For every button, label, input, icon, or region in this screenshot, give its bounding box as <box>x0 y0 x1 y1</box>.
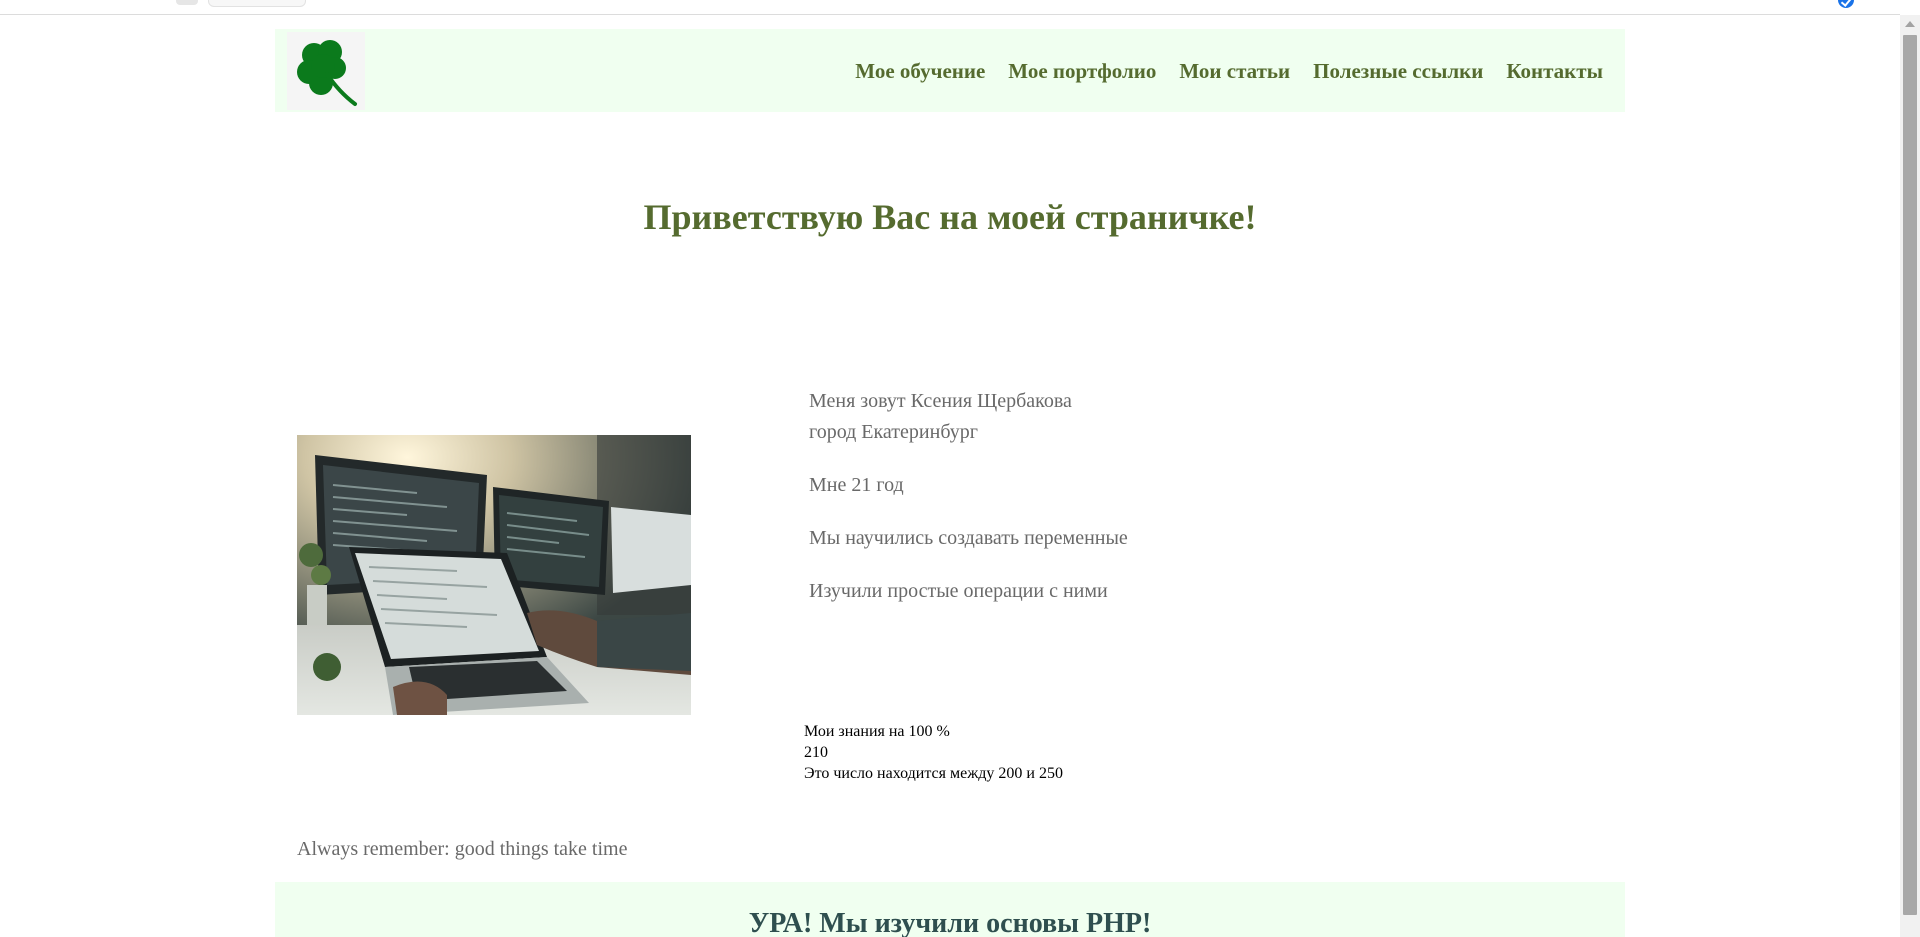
vertical-scrollbar[interactable] <box>1900 15 1920 937</box>
age-line: Мне 21 год <box>809 474 904 496</box>
laptop-coding-photo <box>297 435 691 715</box>
toolbar-button[interactable] <box>176 0 198 5</box>
name-line: Меня зовут Ксения Щербакова <box>809 390 1072 412</box>
range-line: Это число находится между 200 и 250 <box>804 765 1063 782</box>
about-section: Меня зовут Ксения Щербакова город Екатер… <box>809 386 1128 629</box>
php-output-block: Мои знания на 100 % 210 Это число находи… <box>804 721 1063 784</box>
toolbar-pill[interactable] <box>208 0 306 7</box>
number-line: 210 <box>804 744 828 761</box>
city-line: город Екатеринбург <box>809 421 978 443</box>
nav-link-my-portfolio[interactable]: Мое портфолио <box>1008 59 1156 84</box>
site-footer: УРА! Мы изучили основы PHP! <box>275 882 1625 937</box>
nav-link-my-articles[interactable]: Мои статьи <box>1179 59 1290 84</box>
nav-link-my-learning[interactable]: Мое обучение <box>855 59 985 84</box>
nav-link-contacts[interactable]: Контакты <box>1506 59 1603 84</box>
browser-toolbar-edge <box>0 0 1900 15</box>
motto-text: Always remember: good things take time <box>297 838 628 860</box>
learned-variables-line: Мы научились создавать переменные <box>809 527 1128 549</box>
scroll-up-arrow-icon[interactable] <box>1905 21 1915 27</box>
four-leaf-clover-icon[interactable] <box>287 32 365 110</box>
footer-heading: УРА! Мы изучили основы PHP! <box>748 908 1152 937</box>
verified-check-icon[interactable] <box>1838 0 1854 8</box>
scrollbar-thumb[interactable] <box>1903 35 1917 915</box>
learned-operations-line: Изучили простые операции с ними <box>809 580 1108 602</box>
page-title: Приветствую Вас на моей страничке! <box>643 197 1257 237</box>
knowledge-line: Мои знания на 100 % <box>804 723 950 740</box>
main-nav: Мое обучение Мое портфолио Мои статьи По… <box>855 59 1603 84</box>
site-header: Мое обучение Мое портфолио Мои статьи По… <box>275 29 1625 112</box>
nav-link-useful-links[interactable]: Полезные ссылки <box>1313 59 1483 84</box>
